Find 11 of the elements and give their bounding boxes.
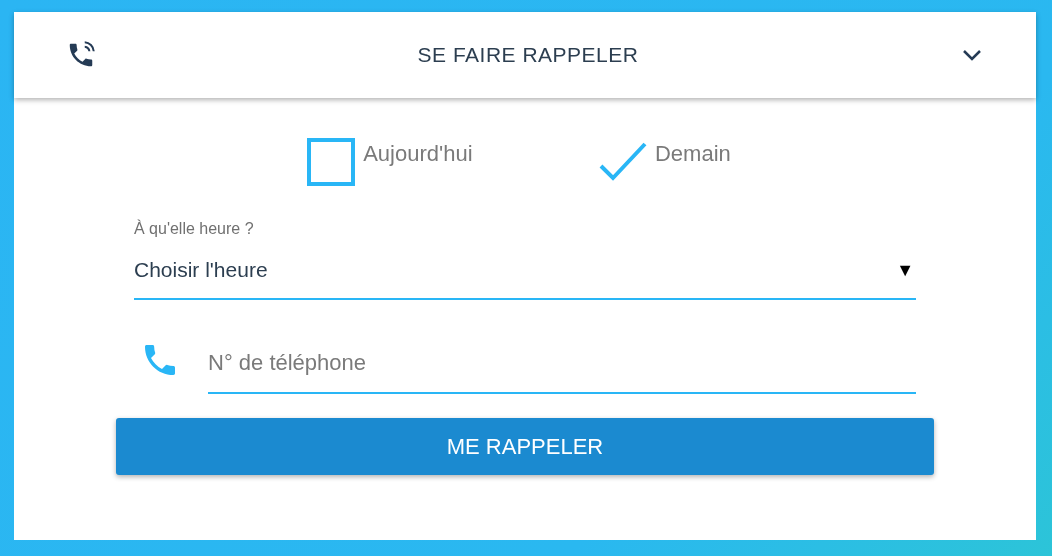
chevron-icon xyxy=(962,49,982,61)
checkbox[interactable] xyxy=(307,138,356,186)
dropdown-arrow: ▼ xyxy=(896,259,914,281)
field-label: À qu'elle heure ? xyxy=(134,220,255,238)
select-value: Choisir l'heure xyxy=(134,258,268,282)
callback-button[interactable]: ME RAPPELER xyxy=(116,418,934,475)
time-select[interactable]: Choisir l'heure ▼ xyxy=(134,246,916,300)
checkmark-icon xyxy=(598,142,647,182)
checkbox-label: Aujourd'hui xyxy=(363,141,473,167)
checkbox-label: Demain xyxy=(654,141,731,167)
header-title: SE FAIRE RAPPELER xyxy=(416,43,640,67)
